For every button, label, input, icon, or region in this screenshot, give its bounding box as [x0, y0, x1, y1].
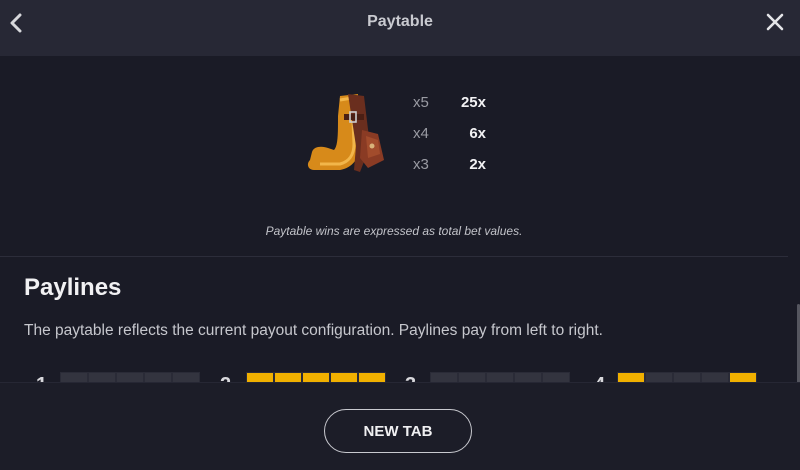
- payline-number: 1: [36, 374, 47, 382]
- payline-cell: [618, 373, 644, 382]
- payline-cell: [145, 373, 171, 382]
- payline-cell: [487, 373, 513, 382]
- payout-table: x5 25x x4 6x x3 2x: [410, 92, 500, 185]
- close-icon: [766, 13, 784, 31]
- close-button[interactable]: [764, 11, 786, 33]
- payline-cell: [359, 373, 385, 382]
- payout-row: x4 6x: [410, 123, 500, 154]
- payline-pattern: [430, 372, 570, 382]
- payline-cell: [275, 373, 301, 382]
- payline-cell: [173, 373, 199, 382]
- footer-bar: NEW TAB: [0, 382, 800, 470]
- payline-cell: [331, 373, 357, 382]
- payline-cell: [515, 373, 541, 382]
- payline-number: 4: [594, 374, 605, 382]
- payline-cell: [702, 373, 728, 382]
- paytable-note: Paytable wins are expressed as total bet…: [265, 224, 523, 238]
- payout-row: x5 25x: [410, 92, 500, 123]
- payline-cell: [89, 373, 115, 382]
- payout-count: x4: [413, 125, 429, 142]
- payline-cell: [247, 373, 273, 382]
- paylines-grid: 1 2 3 4: [0, 368, 800, 382]
- payout-count: x3: [413, 156, 429, 173]
- payout-value: 25x: [460, 94, 486, 111]
- payout-count: x5: [413, 94, 429, 111]
- paylines-description: The paytable reflects the current payout…: [24, 322, 603, 339]
- payout-row: x3 2x: [410, 154, 500, 185]
- payline-cell: [646, 373, 672, 382]
- page-title: Paytable: [367, 13, 433, 30]
- header-bar: Paytable: [0, 0, 800, 56]
- new-tab-button[interactable]: NEW TAB: [324, 409, 472, 453]
- payline-pattern: [246, 372, 386, 382]
- payline-cell: [117, 373, 143, 382]
- payline-cell: [730, 373, 756, 382]
- payline-cell: [431, 373, 457, 382]
- payline-cell: [543, 373, 569, 382]
- payout-value: 6x: [469, 125, 486, 142]
- boot-holster-icon: [300, 86, 396, 182]
- payline-cell: [459, 373, 485, 382]
- payline-pattern: [60, 372, 200, 382]
- payline-pattern: [617, 372, 757, 382]
- payline-number: 2: [220, 374, 231, 382]
- payline-cell: [674, 373, 700, 382]
- paylines-title: Paylines: [24, 274, 122, 301]
- payline-number: 3: [405, 374, 416, 382]
- paytable-content[interactable]: x5 25x x4 6x x3 2x Paytable wins are exp…: [0, 56, 800, 382]
- payline-cell: [303, 373, 329, 382]
- payout-value: 2x: [469, 156, 486, 173]
- payline-cell: [61, 373, 87, 382]
- section-divider: [0, 256, 788, 257]
